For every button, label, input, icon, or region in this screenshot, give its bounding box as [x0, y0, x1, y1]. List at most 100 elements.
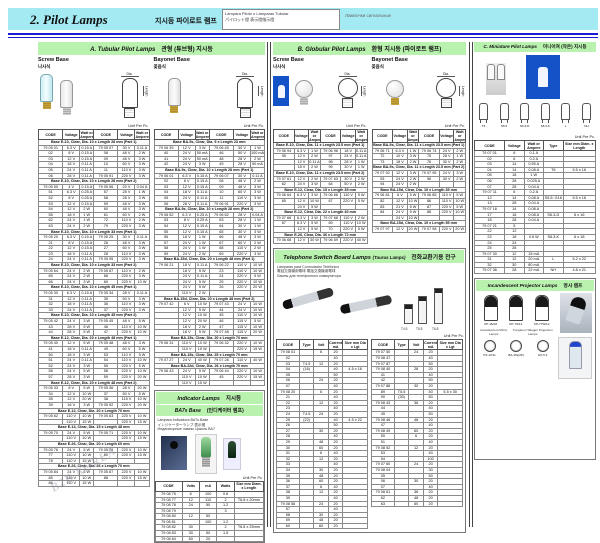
- cell: 0.25 A: [195, 212, 209, 218]
- group-label: Base BA-15s, Clear, Dia. 25 x Length 70 …: [154, 352, 265, 358]
- group-row: Base E-10, Clear, Dia. 11 x Length 23.5 …: [274, 143, 368, 149]
- lamp-bulb: [40, 74, 53, 102]
- bayonet-base-heading-kr: 꽂음식: [154, 64, 266, 70]
- cell: 79 06 69: [320, 238, 341, 244]
- cell: 0.15 A: [80, 246, 94, 252]
- lamp-bulb: [386, 80, 404, 98]
- header-row: CODEVoltageWatt or AmpereTypeSize mm Dia…: [475, 141, 596, 151]
- cell: 20: [328, 523, 343, 529]
- lamp-cap: [170, 441, 178, 449]
- projector-title-kr: 영사 램프: [563, 284, 582, 289]
- cell: 0.11 A: [80, 162, 94, 168]
- cell: 10 W: [454, 210, 466, 216]
- telephone-title-2: (Taurus Lamps): [373, 255, 406, 260]
- model-label: KP-77W/12: [534, 322, 549, 326]
- cell: 63: [372, 501, 395, 507]
- column-header: CODE: [209, 130, 233, 140]
- dia-label: Dia.: [437, 72, 455, 77]
- column-header: Watt or Ampere: [250, 130, 264, 140]
- section-c-label: C. Miniature Pilot Lamps: [483, 44, 537, 49]
- cell: 0.15 A: [80, 240, 94, 246]
- lead-wires: [480, 120, 487, 123]
- telephone-lamps-box: Telephone Switch Board Lamps (Taurus Lam…: [273, 248, 466, 534]
- group-row: Base E-12, Clear, Dia. 20 x Length 48 mm…: [39, 380, 150, 386]
- column-header: Size mm Dia x Lgt: [343, 340, 368, 350]
- indicator-translations: Lámpara Indicadora BA7s Base インジケーターランプ …: [155, 417, 265, 433]
- b-bayonet-illustrations: Dia. Length: [372, 72, 467, 122]
- cell: 79 06 81: [372, 193, 393, 199]
- projector-title: Incandescent Projector Lamps: [488, 284, 558, 289]
- group-row: Base BA-15d, Clear, Dia. 20 x Length 48 …: [154, 257, 265, 263]
- section-c-miniature: C. Miniature Pilot Lamps미니어쳐 (작은) 지시등 T6…: [474, 42, 596, 460]
- cell: [438, 501, 463, 507]
- cell: 0.15 A: [80, 201, 94, 207]
- column-header: Volt: [314, 340, 329, 350]
- cell: 50 mA: [195, 156, 209, 162]
- mini-lamp-drawing: T6: [476, 103, 491, 133]
- slide-base-lamp-photo: [282, 287, 334, 310]
- group-label: Base E-26, Clear, Dia. 36 x Length 72 mm: [274, 232, 368, 238]
- cell: [233, 380, 250, 386]
- telephone-photos: T4.5 T5.5 T6.8: [276, 280, 463, 332]
- cell: 22 mA: [524, 268, 544, 274]
- indicator-lamps-box: Indicator Lamps지시등 BA7s Base(인디케이터 램프) L…: [154, 390, 266, 543]
- lamp-bulb: [497, 64, 505, 80]
- group-row: Base E-12, Clear, Dia. 22 x Length 40 mm: [274, 210, 368, 216]
- cell: 4.8 x 21: [563, 268, 595, 274]
- projector-caption-2: Tungsten Halogen Projection Lamps: [510, 328, 555, 336]
- section-a-label-kr: 관형 (튜브형) 지시등: [161, 47, 213, 53]
- cell: 79 07 66: [274, 215, 295, 221]
- length-label: Length: [258, 86, 264, 96]
- column-header: Watt or Ampere: [407, 130, 419, 143]
- column-header: Voltage: [294, 130, 309, 143]
- cell: 12 V: [393, 226, 408, 232]
- cell: 28: [505, 268, 525, 274]
- column-header: Watt or Ampere: [80, 130, 94, 140]
- cell: 20 W: [454, 226, 466, 232]
- column-header: CODE: [155, 481, 182, 491]
- lamp-base: [391, 98, 399, 105]
- b-screw-table: CODEVoltageWatt or AmpereCODEVoltageWatt…: [273, 129, 368, 244]
- cell: 50 mA: [195, 151, 209, 157]
- type-label: L: [558, 124, 573, 128]
- cell: 0.15 A: [195, 179, 209, 185]
- cell: 79 07 92: [372, 170, 393, 176]
- cell: 0.11 A: [80, 302, 94, 308]
- projector-caption-1: Incandescent Mirror Lamps: [477, 328, 510, 336]
- bayonet-base-outline: [441, 98, 452, 108]
- data-row: 79 08 77121102T6.8 x 20mm: [155, 497, 264, 503]
- b-screw-illustrations: Dia. Length: [273, 72, 368, 122]
- header-row: CODEVoltsmAWattsSize mm Diam. x Length: [155, 481, 264, 491]
- cell: 10 W: [407, 198, 419, 204]
- column-header: Voltage: [393, 130, 408, 143]
- lamp-base: [170, 106, 178, 113]
- cell: 0.11 A: [195, 263, 209, 269]
- column-header: Watt or Ampere: [309, 130, 321, 143]
- unit-per-pc-label: Unit Per Pc.: [273, 124, 367, 128]
- tubular-lamp-photo-clear: [168, 78, 181, 113]
- cell: 0.15 A: [80, 145, 94, 151]
- lamp-cap: [405, 305, 412, 309]
- cell: [250, 380, 264, 386]
- taurus-lamp-drawing: [418, 296, 427, 324]
- cell: 0.25 A: [80, 195, 94, 201]
- base-label: BA-15s(2P): [508, 353, 524, 357]
- cell: 12 V: [294, 238, 309, 244]
- cell: 0.15 A: [80, 235, 94, 241]
- cell: 0.11 A: [80, 346, 94, 352]
- indicator-title: Indicator Lamps: [177, 396, 219, 402]
- cell: 0.15 A: [195, 229, 209, 235]
- group-row: Base BA-15d, Clear, Dia. 19 x Length 55 …: [372, 221, 466, 227]
- group-label: Base BA-9s, Clear, Dia. 11 x Length 23.5…: [372, 165, 466, 171]
- cell: 0.11 A: [135, 145, 149, 151]
- group-row: Base E-10, Clear, Dia. 10 x Length 28 mm…: [39, 140, 150, 146]
- header-row: CODETypeVoltCurrent mASize mm Dia x Lgt: [372, 340, 463, 350]
- cell: 60: [314, 523, 329, 529]
- column-header: CODE: [94, 130, 118, 140]
- cell: [299, 523, 314, 529]
- section-b-label: B. Globular Pilot Lamps: [298, 47, 366, 53]
- length-label: Length: [143, 86, 149, 96]
- group-label: Base E-12, Clear, Dia. 20 x Length 48 mm…: [39, 380, 150, 386]
- header-row: CODEVoltageWatt or AmpereCODEVoltageWatt…: [372, 130, 466, 143]
- indicator-lamp-photo-green: [223, 438, 241, 470]
